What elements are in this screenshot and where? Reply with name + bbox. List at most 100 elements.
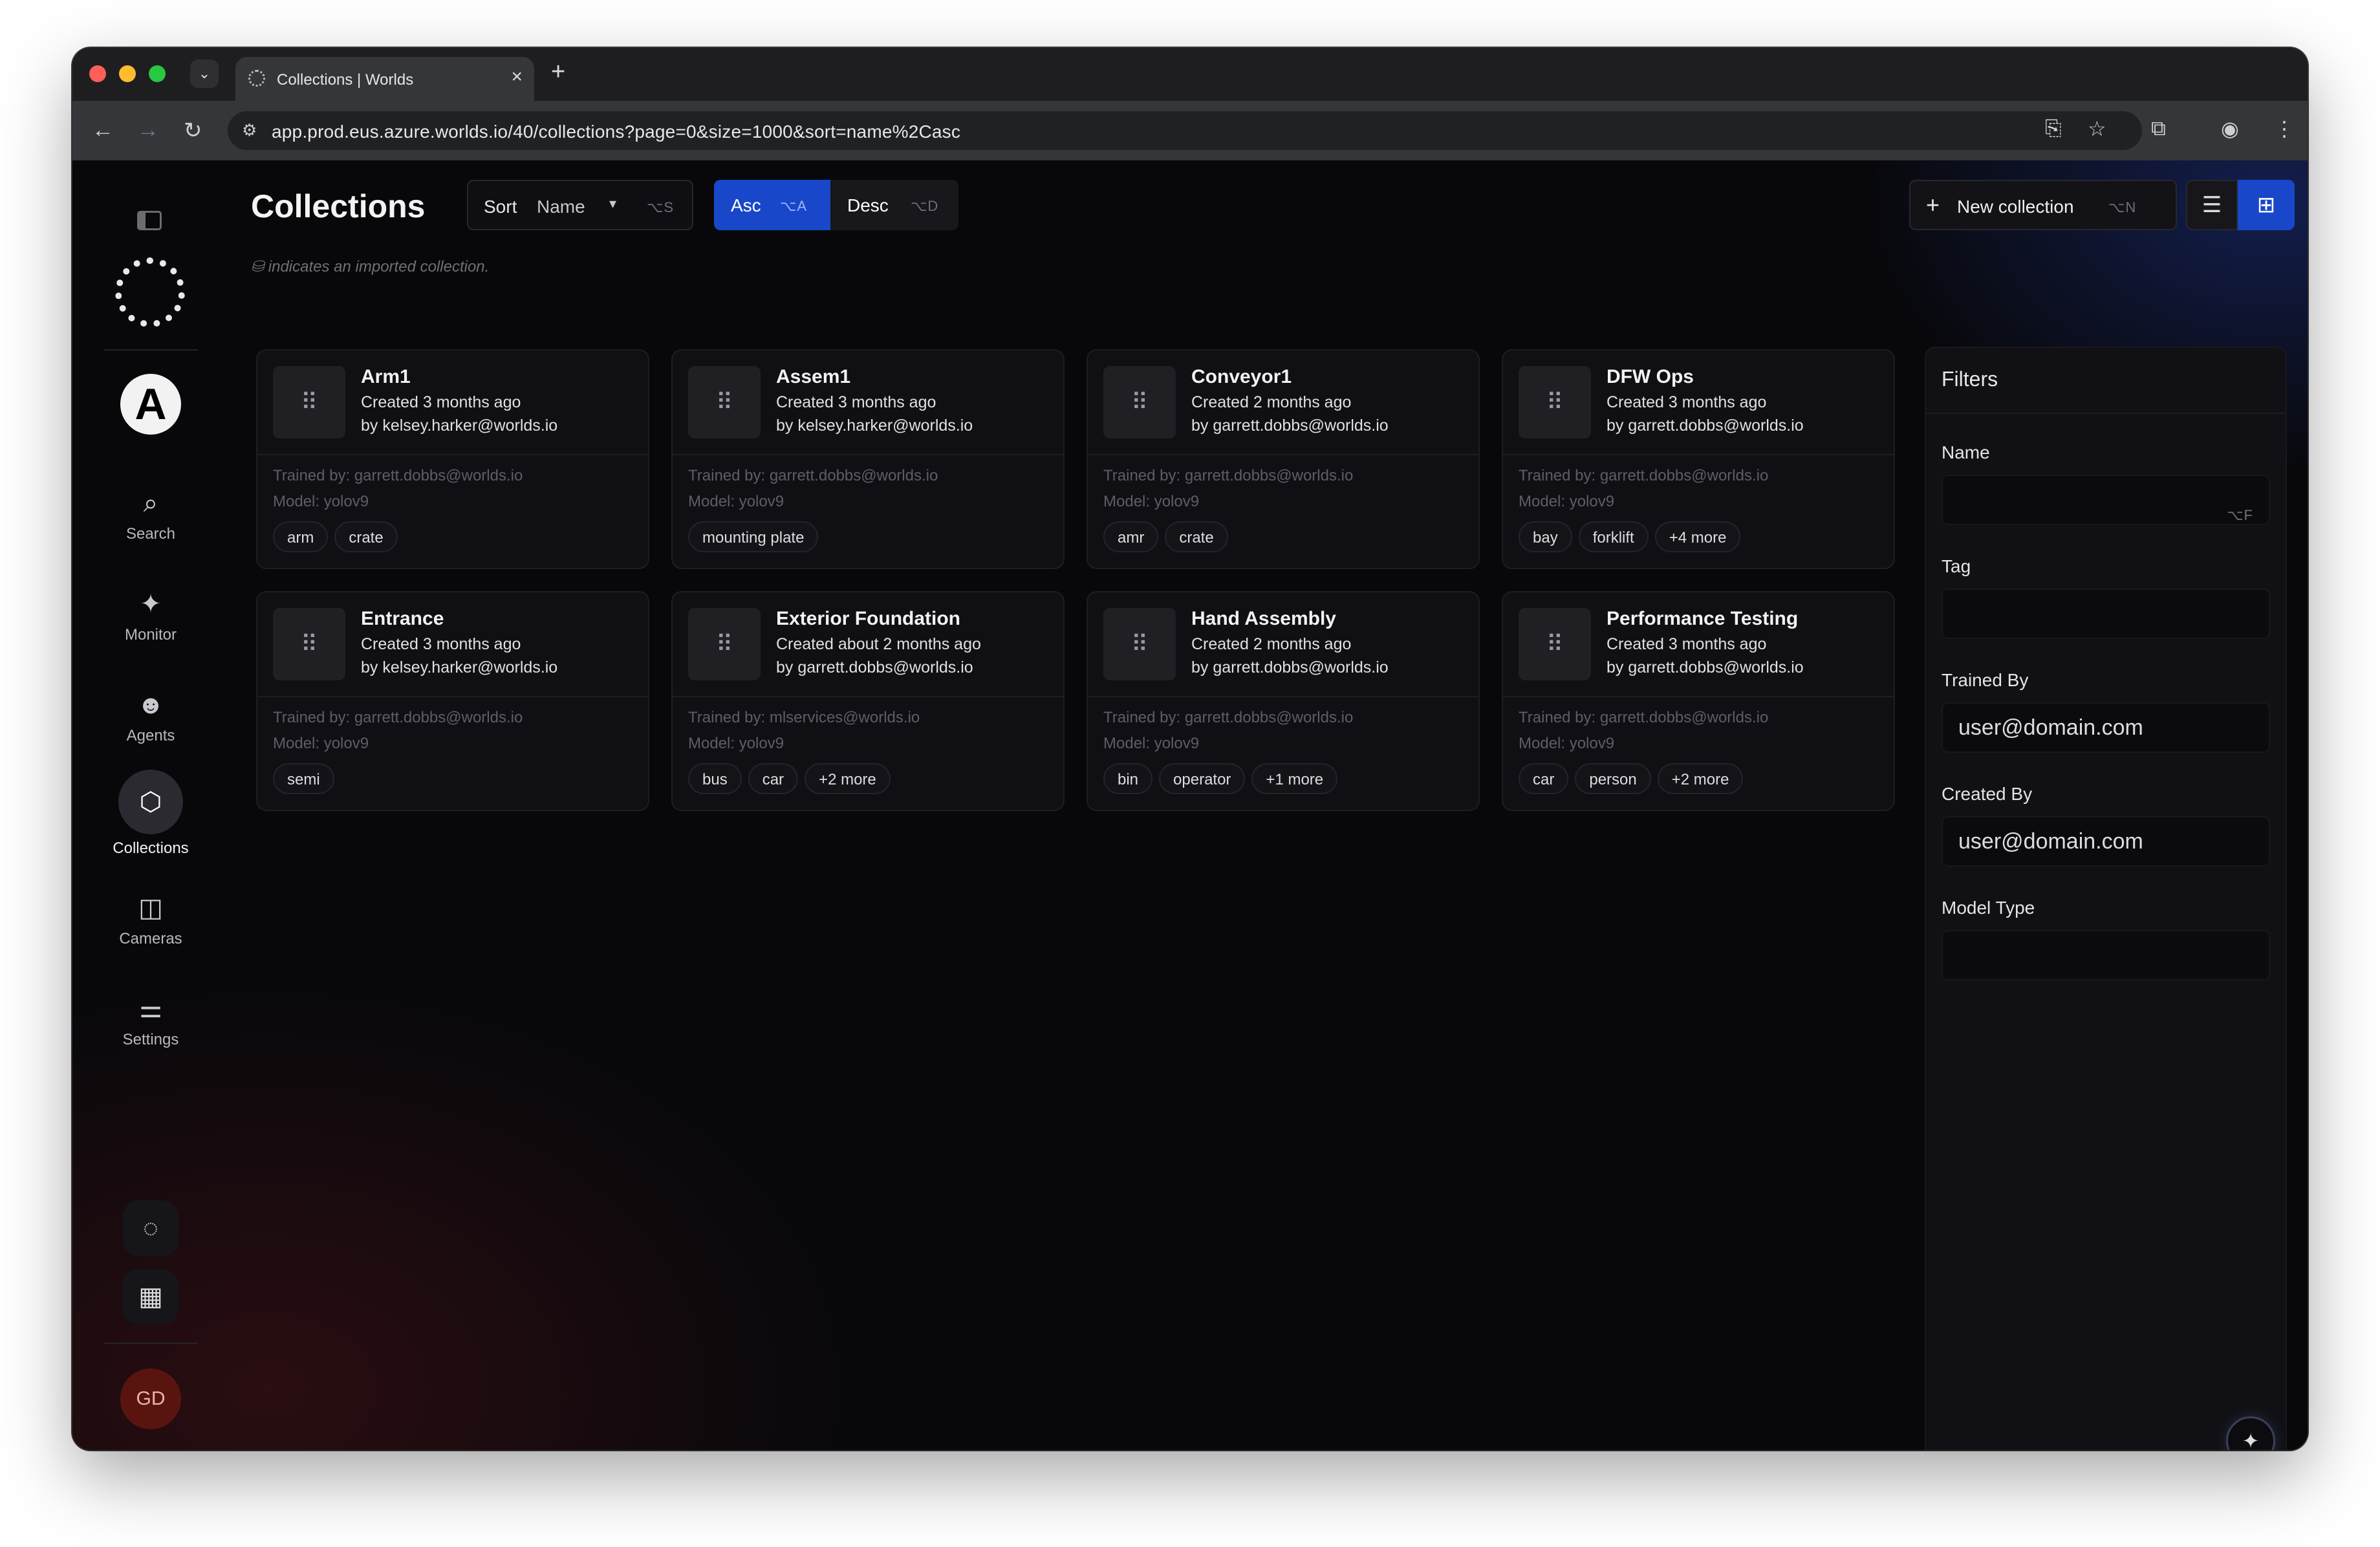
card-header: ⠿ Entrance Created 3 months ago by kelsey.h… [257,592,648,697]
sort-asc-button[interactable]: Asc ⌥A [714,180,830,230]
tag-chip[interactable]: +2 more [1657,763,1744,794]
menu-icon[interactable]: ⋮ [2274,116,2295,141]
tag-chip[interactable]: operator [1159,763,1246,794]
collection-model: Model: yolov9 [1519,493,1615,510]
profile-icon[interactable]: ◉ [2221,116,2239,141]
collection-creator: by garrett.dobbs@worlds.io [1191,416,1389,435]
card-header: ⠿ Assem1 Created 3 months ago by kelsey.har… [673,351,1063,455]
site-settings-icon[interactable]: ⚙ [242,120,257,140]
collection-thumbnail-icon: ⠿ [1103,608,1176,680]
tab-search-button[interactable]: ⌄ [190,60,219,88]
collection-card[interactable]: ⠿ Performance Testing Created 3 months ago… [1502,591,1895,811]
user-avatar[interactable]: GD [120,1368,181,1429]
collection-trained-by: Trained by: garrett.dobbs@worlds.io [1103,467,1354,484]
assistant-button[interactable]: ✦ [2226,1416,2275,1450]
tab-title: Collections | Worlds [277,71,414,89]
collection-name[interactable]: DFW Ops [1606,366,1694,388]
tag-chip[interactable]: +2 more [805,763,891,794]
reload-icon[interactable]: ↻ [184,118,202,144]
sort-select[interactable]: Sort Name ▾ ⌥S [467,180,693,230]
browser-tab[interactable]: Collections | Worlds × [235,57,534,101]
sidebar-toggle-icon[interactable] [137,211,162,230]
org-logo[interactable]: A [120,374,181,435]
list-icon: ☰ [2202,193,2222,217]
collection-model: Model: yolov9 [1103,493,1200,510]
list-view-button[interactable]: ☰ [2186,180,2238,230]
collection-model: Model: yolov9 [688,493,784,510]
collection-name[interactable]: Assem1 [776,366,850,388]
sidebar-item-cameras[interactable]: ◫ Cameras [92,891,210,948]
tag-chip[interactable]: bus [688,763,742,794]
collection-card[interactable]: ⠿ Entrance Created 3 months ago by kelsey.h… [256,591,649,811]
collection-card[interactable]: ⠿ Hand Assembly Created 2 months ago by gar… [1087,591,1480,811]
new-tab-button[interactable]: + [551,58,565,86]
install-app-icon[interactable]: ⎘ [2045,116,2062,141]
tag-chip[interactable]: crate [334,521,398,552]
close-window-button[interactable] [89,65,106,82]
building-button[interactable]: ▦ [123,1269,178,1325]
new-collection-button[interactable]: + New collection ⌥N [1909,180,2177,230]
browser-toolbar: ← → ↻ ⚙ app.prod.eus.azure.worlds.io/40/… [72,101,2308,160]
minimize-window-button[interactable] [119,65,136,82]
tag-chip[interactable]: car [748,763,799,794]
collection-name[interactable]: Performance Testing [1606,608,1798,630]
sidebar-item-search[interactable]: ⌕ Search [92,486,210,543]
tag-chip[interactable]: +4 more [1654,521,1741,552]
url-text[interactable]: app.prod.eus.azure.worlds.io/40/collecti… [272,122,960,142]
collection-creator: by garrett.dobbs@worlds.io [776,658,973,676]
bookmark-star-icon[interactable]: ☆ [2088,116,2106,141]
collection-card[interactable]: ⠿ Assem1 Created 3 months ago by kelsey.har… [671,349,1065,569]
collection-tags: arm crate [273,521,404,555]
search-icon: ⌕ [143,489,158,517]
sidebar-item-settings[interactable]: ⚌ Settings [92,992,210,1049]
collection-card[interactable]: ⠿ Exterior Foundation Created about 2 mont… [671,591,1065,811]
address-bar[interactable]: ⚙ app.prod.eus.azure.worlds.io/40/collec… [228,111,2142,150]
zoom-window-button[interactable] [149,65,166,82]
tag-chip[interactable]: car [1519,763,1569,794]
tag-chip[interactable]: bin [1103,763,1153,794]
loading-status-button[interactable]: ◌ [123,1200,178,1256]
collection-thumbnail-icon: ⠿ [688,608,761,680]
sidebar-item-label: Search [125,525,176,543]
sidebar-item-monitor[interactable]: ✦ Monitor [92,587,210,644]
name-filter-input[interactable]: ⌥F [1942,475,2270,525]
close-tab-icon[interactable]: × [511,66,523,88]
collection-name[interactable]: Arm1 [361,366,411,388]
collection-name[interactable]: Exterior Foundation [776,608,960,630]
created-by-filter-input[interactable]: user@domain.com [1942,816,2270,867]
collection-name[interactable]: Hand Assembly [1191,608,1336,630]
collection-created: Created 3 months ago [776,393,936,411]
tag-filter-input[interactable] [1942,589,2270,639]
sidebar-divider [103,349,198,351]
collection-created: Created 3 months ago [1606,393,1767,411]
sidebar: A ⌕ Search ✦ Monitor ☻ Agents ⬡ Collecti… [92,178,210,1433]
name-filter-shortcut: ⌥F [2227,507,2253,523]
tag-chip[interactable]: crate [1165,521,1228,552]
forward-icon[interactable]: → [137,118,159,143]
tag-chip[interactable]: +1 more [1251,763,1338,794]
collection-card[interactable]: ⠿ DFW Ops Created 3 months ago by garrett.d… [1502,349,1895,569]
sidebar-item-label: Cameras [119,930,182,947]
model-type-filter-input[interactable] [1942,930,2270,980]
grid-view-button[interactable]: ⊞ [2238,180,2295,230]
collection-tags: car person +2 more [1519,763,1749,797]
sidebar-item-agents[interactable]: ☻ Agents [92,688,210,745]
tag-chip[interactable]: semi [273,763,334,794]
extensions-icon[interactable]: ⧉ [2151,116,2166,141]
sort-desc-button[interactable]: Desc ⌥D [830,180,958,230]
collection-name[interactable]: Entrance [361,608,444,630]
collection-card[interactable]: ⠿ Arm1 Created 3 months ago by kelsey.harke… [256,349,649,569]
tag-chip[interactable]: person [1575,763,1651,794]
sort-value: Name [537,197,585,217]
tag-chip[interactable]: mounting plate [688,521,819,552]
trained-by-filter-input[interactable]: user@domain.com [1942,702,2270,753]
collection-name[interactable]: Conveyor1 [1191,366,1292,388]
collection-card[interactable]: ⠿ Conveyor1 Created 2 months ago by garrett… [1087,349,1480,569]
sidebar-item-collections[interactable]: ⬡ Collections [92,770,210,858]
tag-chip[interactable]: bay [1519,521,1572,552]
card-header: ⠿ Hand Assembly Created 2 months ago by gar… [1088,592,1478,697]
back-icon[interactable]: ← [92,118,114,143]
tag-chip[interactable]: amr [1103,521,1159,552]
tag-chip[interactable]: arm [273,521,329,552]
tag-chip[interactable]: forklift [1578,521,1649,552]
